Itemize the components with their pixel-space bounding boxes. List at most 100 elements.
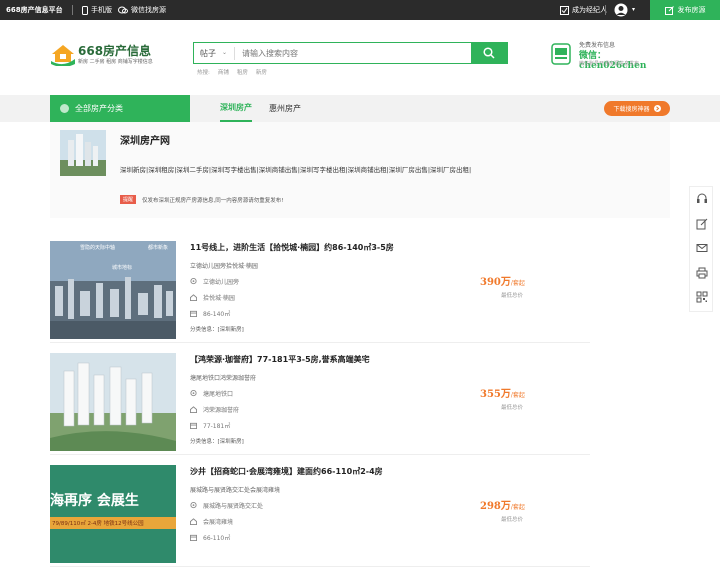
- wechat-link[interactable]: 微信找房源: [118, 5, 166, 15]
- publish-button[interactable]: 发布房源: [650, 0, 720, 20]
- location-row: 塘尾地铁口: [190, 389, 233, 398]
- edit-icon: [664, 5, 674, 15]
- area-row: 77-181㎡: [190, 421, 230, 430]
- mobile-label: 手机版: [91, 6, 112, 14]
- print-icon[interactable]: [696, 267, 708, 279]
- download-label: 下载搜房神器: [613, 106, 650, 113]
- search-button[interactable]: [471, 43, 507, 63]
- search-input[interactable]: [242, 45, 462, 61]
- price-value: 298万: [480, 501, 511, 512]
- chevron-down-icon[interactable]: ▾: [632, 6, 635, 13]
- location-pin-icon: [190, 390, 197, 397]
- city-title: 深圳房产网: [120, 136, 170, 147]
- top-divider: [72, 5, 73, 15]
- area-text: 77-181㎡: [203, 423, 231, 430]
- hot-word[interactable]: 新房: [256, 68, 267, 76]
- listing-category[interactable]: 分类信息：[深圳新房]: [190, 325, 244, 333]
- top-bar: 668房产信息平台 手机版 微信找房源 成为经纪人 ▾ 发布房源: [0, 0, 720, 20]
- notice-tag: 提醒: [120, 195, 137, 204]
- image-caption: 79/89/110㎡ 2-4房 地铁12号线公园: [52, 519, 144, 527]
- location-text: 立德幼儿园旁: [203, 279, 240, 286]
- area-row: 86-140㎡: [190, 309, 230, 318]
- city-section: 深圳房产网 深圳新房|深圳租房|深圳二手房|深圳写字楼出售|深圳商铺出售|深圳写…: [50, 122, 670, 218]
- header: 668房产信息 新房 二手房 租房 商铺写字楼信息 帖子 ⌄ 热搜: 商铺 租房…: [0, 20, 720, 95]
- listing-item[interactable]: 【鸿荣源·珈誉府】77-181平3-5房,誉系高端美宅 塘尾地铁口鸿荣源珈誉府 …: [50, 353, 590, 455]
- location-text: 塘尾地铁口: [203, 391, 234, 398]
- all-categories-label: 全部房产分类: [75, 104, 123, 113]
- listing-item[interactable]: 海再序 会展生 79/89/110㎡ 2-4房 地铁12号线公园 沙井【招商蛇口…: [50, 465, 590, 567]
- calendar-icon: [190, 422, 197, 429]
- listing-price: 298万/套起: [480, 497, 525, 512]
- brand-slogan: 新房 二手房 租房 商铺写字楼信息: [78, 59, 153, 65]
- location-pin-icon: [190, 278, 197, 285]
- project-text: 会展湾雍境: [203, 519, 234, 526]
- home-icon: [190, 294, 197, 301]
- image-caption: 雪隐的天际中轴: [80, 244, 115, 251]
- listing-price: 355万/套起: [480, 385, 525, 400]
- home-icon: [190, 406, 197, 413]
- listing-item[interactable]: 雪隐的天际中轴 都市新象 城市地标 11号线上，进阶生活【拾悦城·楠园】约86-…: [50, 241, 590, 343]
- notice: 提醒 仅发布深圳正规房产房源信息,同一内容房源请勿重复发布!: [120, 195, 283, 204]
- listing-subtitle: 立德幼儿园旁拾悦城·楠园: [190, 263, 258, 270]
- price-note: 最低总价: [501, 405, 524, 411]
- location-row: 立德幼儿园旁: [190, 277, 239, 286]
- price-value: 390万: [480, 277, 511, 288]
- listing-image[interactable]: 海再序 会展生 79/89/110㎡ 2-4房 地铁12号线公园: [50, 465, 176, 563]
- city-category-links[interactable]: 深圳新房|深圳租房|深圳二手房|深圳写字楼出售|深圳商铺出售|深圳写字楼出租|深…: [120, 164, 471, 174]
- wechat-icon: [118, 6, 128, 14]
- listing-subtitle: 展城路与展贤路交汇处会展湾雍境: [190, 487, 281, 494]
- mobile-link[interactable]: 手机版: [82, 5, 112, 15]
- download-app-button[interactable]: 下载搜房神器: [604, 101, 670, 116]
- hot-label: 热搜:: [197, 70, 210, 76]
- become-agent-link[interactable]: 成为经纪人: [560, 5, 607, 15]
- nav-bar: 全部房产分类 深圳房产 惠州房产 下载搜房神器: [0, 95, 720, 122]
- hot-word[interactable]: 商铺: [218, 68, 229, 76]
- house-logo-icon: [51, 45, 75, 66]
- user-avatar-icon[interactable]: [614, 3, 628, 17]
- listing-image[interactable]: [50, 353, 176, 451]
- listing-title[interactable]: 【鸿荣源·珈誉府】77-181平3-5房,誉系高端美宅: [190, 354, 370, 365]
- wechat-label: 微信找房源: [131, 6, 166, 14]
- listing-category[interactable]: 分类信息：[深圳新房]: [190, 437, 244, 445]
- listing-image[interactable]: 雪隐的天际中轴 都市新象 城市地标: [50, 241, 176, 339]
- area-row: 66-110㎡: [190, 533, 230, 542]
- location-pin-icon: [190, 502, 197, 509]
- listing-subtitle: 塘尾地铁口鸿荣源珈誉府: [190, 375, 257, 382]
- wechat-contact-icon: [551, 43, 571, 65]
- location-text: 展城路与展贤路交汇处: [203, 503, 264, 510]
- search-category-select[interactable]: 帖子: [200, 48, 216, 59]
- headset-icon[interactable]: [696, 193, 708, 205]
- all-categories-button[interactable]: 全部房产分类: [50, 95, 190, 122]
- qr-code-icon[interactable]: [696, 291, 708, 303]
- edit-icon[interactable]: [696, 218, 708, 230]
- listing-price: 390万/套起: [480, 273, 525, 288]
- listing-title[interactable]: 11号线上，进阶生活【拾悦城·楠园】约86-140㎡3-5房: [190, 242, 394, 253]
- price-note: 最低总价: [501, 517, 524, 523]
- project-row: 会展湾雍境: [190, 517, 233, 526]
- publish-label: 发布房源: [677, 6, 706, 14]
- price-unit: /套起: [510, 280, 525, 287]
- tab-shenzhen[interactable]: 深圳房产: [220, 95, 252, 122]
- phone-icon: [82, 5, 88, 15]
- image-caption: 海再序 会展生: [50, 492, 139, 509]
- hot-word[interactable]: 租房: [237, 68, 248, 76]
- top-divider-2: [605, 5, 606, 15]
- project-text: 鸿荣源珈誉府: [203, 407, 240, 414]
- arrow-right-icon: [653, 105, 661, 112]
- site-logo[interactable]: 668房产信息 新房 二手房 租房 商铺写字楼信息: [50, 40, 160, 70]
- city-thumbnail: [60, 130, 106, 176]
- wechat-tip: 微信账号开通房源信息发布: [579, 61, 640, 67]
- tab-huizhou[interactable]: 惠州房产: [269, 95, 301, 122]
- mail-icon[interactable]: [696, 242, 708, 254]
- project-text: 拾悦城·楠园: [203, 295, 235, 302]
- area-text: 86-140㎡: [203, 311, 231, 318]
- chevron-down-icon[interactable]: ⌄: [222, 49, 227, 56]
- price-unit: /套起: [510, 392, 525, 399]
- search-divider: [234, 47, 235, 60]
- listing-title[interactable]: 沙井【招商蛇口·会展湾雍境】建面约66-110㎡2-4房: [190, 466, 383, 477]
- top-logo[interactable]: 668房产信息平台: [6, 5, 63, 15]
- search-box: 帖子 ⌄: [193, 42, 508, 64]
- search-icon: [483, 47, 495, 59]
- checkbox-icon: [560, 5, 569, 15]
- location-row: 展城路与展贤路交汇处: [190, 501, 263, 510]
